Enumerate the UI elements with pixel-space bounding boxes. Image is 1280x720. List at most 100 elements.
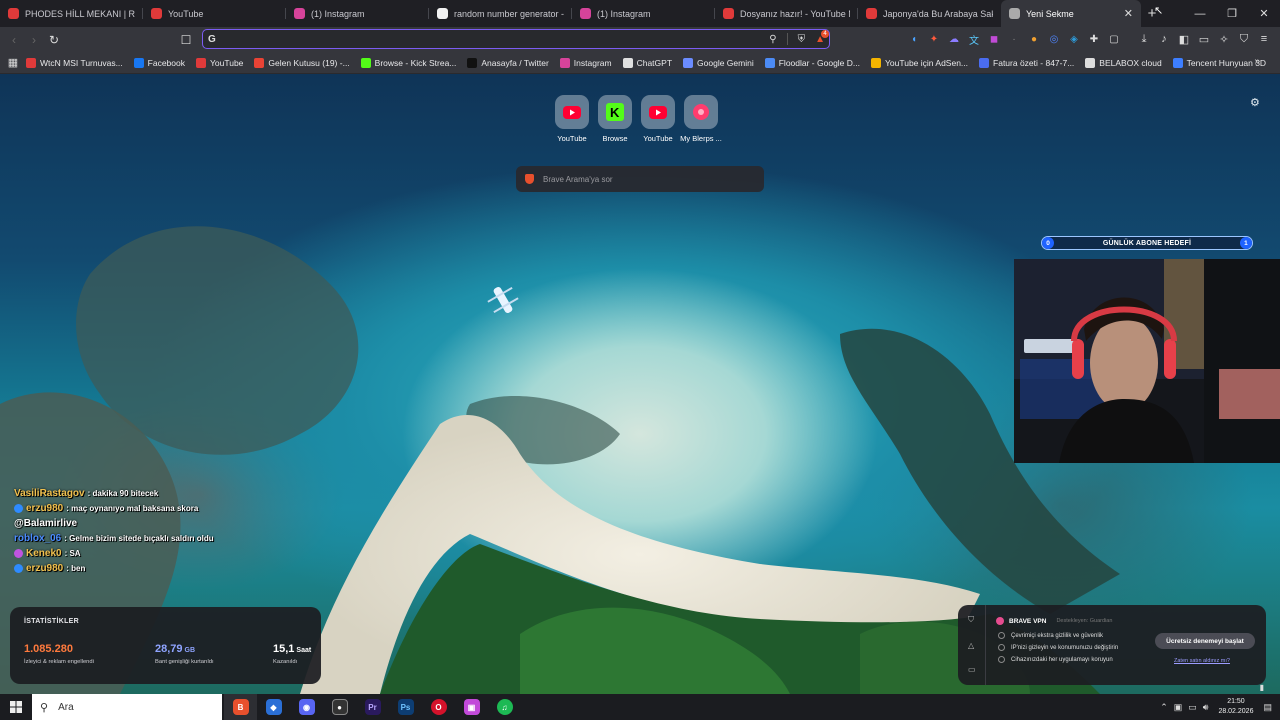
top-site-youtube-2[interactable]: YouTube [641,95,675,143]
app-icon: ◆ [265,699,282,715]
tab-label: YouTube [168,8,204,19]
bookmark-item[interactable]: Instagram [559,57,612,68]
already-purchased-link[interactable]: Zaten satın aldınız mı? [1174,658,1230,664]
start-free-trial-button[interactable]: Ücretsiz denemeyi başlat [1155,633,1255,649]
customize-gear-icon[interactable]: ⚙ [1250,96,1260,109]
bookmark-item[interactable]: Browse - Kick Strea... [360,57,456,68]
extension-audio-icon[interactable]: ◖ [906,30,922,48]
bookmark-label: Anasayfa / Twitter [481,57,549,68]
taskbar-app-discord[interactable]: ◉ [290,694,323,720]
leo-ai-icon[interactable]: ✧ [1216,30,1232,48]
reload-icon[interactable]: ↻ [44,30,64,50]
windows-start-button[interactable] [0,694,32,720]
bookmark-item[interactable]: Google Gemini [683,57,754,68]
stats-widget[interactable]: İSTATİSTİKLER 1.085.280 İzleyici & rekla… [10,607,321,684]
bookmark-item[interactable]: YouTube için AdSen... [871,57,968,68]
bookmark-item[interactable]: Floodlar - Google D... [764,57,860,68]
extension-bulb-icon[interactable]: ● [1026,30,1042,48]
address-input[interactable] [221,33,770,45]
brave-shields-icon[interactable]: ⛨ [798,34,806,45]
taskbar-app[interactable]: ◆ [257,694,290,720]
bookmark-item[interactable]: Facebook [133,57,185,68]
stat-value: 28,79 GB [155,643,196,655]
menu-icon[interactable]: ≡ [1256,30,1272,48]
tab-7[interactable]: Japonya'da Bu Arabaya Sakın Y [858,0,1001,27]
clock[interactable]: 21:50 28.02.2026 [1218,697,1253,717]
extension-translate-icon[interactable]: 文 [966,30,982,48]
wallet-icon[interactable]: ▭ [1196,30,1212,48]
extension-puzzle-icon[interactable]: ◼ [986,30,1002,48]
bookmark-item[interactable]: ChatGPT [622,57,673,68]
media-icon[interactable]: ♪ [1156,30,1172,48]
close-tab-icon[interactable]: ✕ [1124,7,1133,20]
tab-6[interactable]: Dosyanız hazır! - YouTube MP3 [715,0,858,27]
top-site-label: My Blerps ... [680,134,722,143]
extension-rocket-icon[interactable]: ✦ [926,30,942,48]
tab-2[interactable]: YouTube [143,0,286,27]
bookmark-item[interactable]: Fatura özeti - 847-7... [979,57,1074,68]
extension-dot-icon[interactable]: · [1006,30,1022,48]
brave-rewards-icon[interactable]: ▲ 4 [815,29,829,45]
minimize-button[interactable]: — [1184,0,1216,27]
browser-window: { "tabs": [ {"label": "PHODES HİLL MEKAN… [0,0,1280,720]
tab-label: Japonya'da Bu Arabaya Sakın Y [883,8,993,19]
taskbar-app-premiere[interactable]: Pr [356,694,389,720]
vpn-icon[interactable]: ⛉ [1236,30,1252,48]
sidebar-icon[interactable]: ◧ [1176,30,1192,48]
brave-search-box[interactable] [516,166,764,192]
tab-4[interactable]: random number generator - G [429,0,572,27]
top-site-label: YouTube [557,134,587,143]
tray-app-icon[interactable]: ▣ [1174,702,1183,713]
stat-description: Kazanıldı [273,659,298,665]
extension-cloud-icon[interactable]: ☁ [946,30,962,48]
tab-1[interactable]: PHODES HİLL MEKANI | RESİDE [0,0,143,27]
top-site-blerps[interactable]: My Blerps ... [680,95,722,143]
screenshot-icon[interactable]: ▢ [1106,30,1122,48]
extensions-menu-icon[interactable]: ✚ [1086,30,1102,48]
volume-icon[interactable]: 🔊︎ [1203,702,1209,713]
network-icon[interactable]: ▭ [1188,702,1197,713]
close-window-button[interactable]: ✕ [1248,0,1280,27]
forward-arrow-icon[interactable]: › [24,30,44,50]
bookmark-item[interactable]: Anasayfa / Twitter [467,57,549,68]
taskbar-app-obs[interactable]: ● [323,694,356,720]
notification-badge: 4 [821,29,829,38]
vpn-shield-icon[interactable]: ⛉ [968,615,974,625]
brave-search-input[interactable] [543,174,743,184]
taskbar-app-gallery[interactable]: ▣ [455,694,488,720]
maximize-button[interactable]: ❐ [1216,0,1248,27]
top-site-browse[interactable]: K Browse [598,95,632,143]
address-bar[interactable]: G ⚲ ⛨ ▲ 4 [202,29,830,49]
tab-active-new-tab[interactable]: Yeni Sekme ✕ [1001,0,1141,27]
extension-shield-icon[interactable]: ◈ [1066,30,1082,48]
rewards-icon[interactable]: ▭ [968,665,976,674]
taskbar-search-box[interactable]: ⚲ Ara [32,694,222,720]
tab-5[interactable]: (1) Instagram [572,0,715,27]
adsense-icon [871,57,881,68]
goal-target-count: 1 [1239,237,1252,249]
bookmark-icon[interactable]: ☐ [176,30,196,50]
top-site-youtube[interactable]: YouTube [555,95,589,143]
taskbar-app-opera[interactable]: O [422,694,455,720]
back-arrow-icon[interactable]: ‹ [4,30,24,50]
bookmark-item[interactable]: WtcN MSI Turnuvas... [26,57,123,68]
bookmark-label: ChatGPT [636,57,673,68]
tray-overflow-icon[interactable]: ⌃ [1160,702,1168,713]
bookmark-item[interactable]: Tencent Hunyuan 3D [1172,57,1266,68]
bookmark-item[interactable]: Gelen Kutusu (19) -... [254,57,350,68]
tab-label: (1) Instagram [311,8,365,19]
tab-3[interactable]: (1) Instagram [286,0,429,27]
warning-icon[interactable]: △ [968,641,974,650]
extension-circle-icon[interactable]: ◎ [1046,30,1062,48]
more-bookmarks-icon[interactable]: » [1254,56,1260,67]
zoom-search-icon[interactable]: ⚲ [769,34,776,45]
notifications-icon[interactable]: ▤ [1263,702,1272,713]
download-icon[interactable]: ⤓ [1136,30,1152,48]
bookmark-item[interactable]: BELABOX cloud [1085,57,1162,68]
bookmark-item[interactable]: YouTube [196,57,243,68]
youtube-icon [563,105,581,119]
apps-grid-icon[interactable]: ▦ [0,56,26,69]
taskbar-app-spotify[interactable]: ♫ [488,694,521,720]
taskbar-app-brave[interactable]: B [224,694,257,720]
taskbar-app-photoshop[interactable]: Ps [389,694,422,720]
